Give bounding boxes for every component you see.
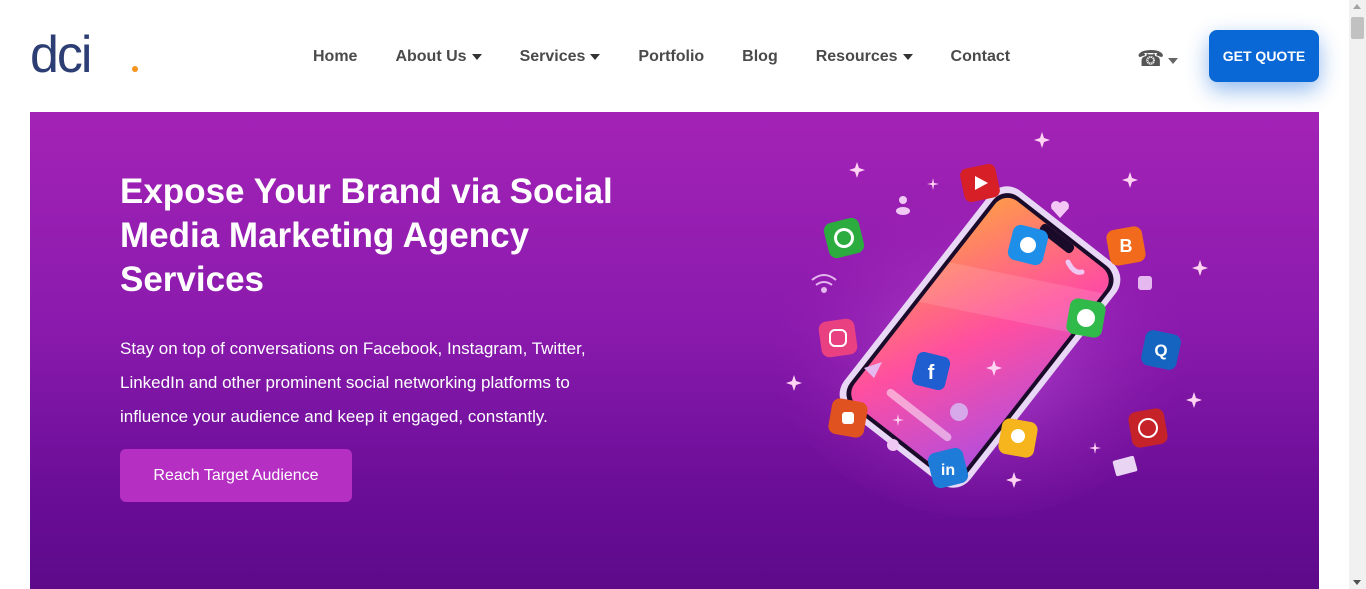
svg-text:in: in: [941, 462, 955, 479]
logo-accent-dot: [132, 66, 138, 72]
nav-about-us-label: About Us: [395, 48, 467, 65]
svg-text:Q: Q: [1154, 341, 1167, 360]
page-scrollbar[interactable]: [1349, 0, 1366, 589]
quora-icon: Q: [1141, 330, 1181, 370]
svg-text:B: B: [1120, 236, 1133, 256]
globe-icon: [950, 403, 968, 421]
nav-portfolio[interactable]: Portfolio: [638, 44, 704, 70]
main-nav: Home About Us Services Portfolio Blog Re…: [313, 44, 1010, 70]
phone-dropdown[interactable]: ☎: [1137, 46, 1179, 72]
scroll-thumb[interactable]: [1351, 17, 1364, 39]
telephone-icon: ☎: [1137, 46, 1165, 71]
nav-portfolio-label: Portfolio: [638, 48, 705, 65]
chevron-down-icon: [590, 54, 601, 60]
nav-home[interactable]: Home: [313, 44, 357, 70]
nav-services-label: Services: [519, 48, 586, 65]
thumb-small-icon: [1138, 276, 1152, 290]
nav-blog[interactable]: Blog: [742, 44, 778, 70]
hero-banner: Expose Your Brand via Social Media Marke…: [30, 112, 1319, 589]
nav-resources[interactable]: Resources: [816, 44, 913, 70]
logo-text: dci: [30, 26, 93, 84]
instagram-icon: [818, 318, 858, 358]
location-icon: [887, 439, 899, 451]
thumbs-up-icon: [828, 398, 868, 438]
nav-about-us[interactable]: About Us: [395, 44, 482, 70]
nav-contact[interactable]: Contact: [951, 44, 1011, 70]
get-quote-button[interactable]: GET QUOTE: [1209, 30, 1319, 82]
nav-contact-label: Contact: [950, 48, 1011, 65]
snapchat-icon: [998, 418, 1038, 458]
nav-home-label: Home: [313, 48, 358, 65]
chevron-down-icon: [1168, 58, 1179, 64]
chevron-down-icon: [902, 54, 913, 60]
nav-resources-label: Resources: [815, 48, 898, 65]
whatsapp-icon: [1066, 298, 1106, 338]
nav-blog-label: Blog: [742, 48, 778, 65]
social-media-phone-illustration: B Q f in: [770, 132, 1208, 517]
site-header: dci Home About Us Services Portfolio Blo…: [0, 0, 1349, 112]
scroll-up-arrow-icon[interactable]: [1353, 4, 1361, 9]
scroll-down-arrow-icon[interactable]: [1353, 580, 1361, 585]
blogger-icon: B: [1106, 226, 1146, 266]
hero-title: Expose Your Brand via Social Media Marke…: [120, 172, 613, 299]
dci-logo[interactable]: dci: [30, 29, 138, 81]
hero-description: Stay on top of conversations on Facebook…: [120, 339, 586, 426]
reach-target-audience-button[interactable]: Reach Target Audience: [120, 449, 352, 502]
pinterest-icon: [1128, 408, 1168, 448]
chevron-down-icon: [471, 54, 482, 60]
nav-services[interactable]: Services: [520, 44, 601, 70]
svg-text:f: f: [928, 362, 935, 384]
